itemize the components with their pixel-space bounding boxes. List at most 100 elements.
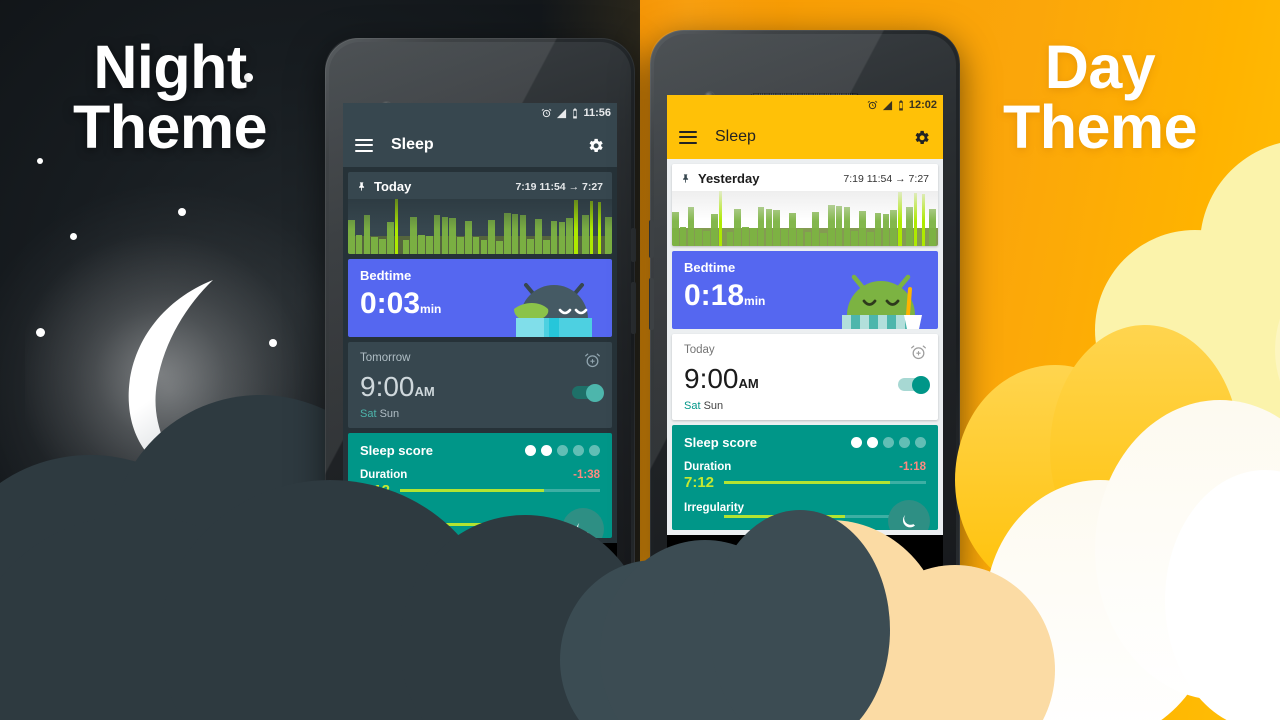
chart-bar (379, 239, 386, 254)
chart-bar (820, 233, 827, 246)
chart-bar (371, 237, 379, 254)
bedtime-unit: min (744, 294, 766, 308)
sleeping-android-icon (514, 283, 592, 337)
chart-bar (480, 240, 488, 254)
app-bar: Sleep (667, 115, 943, 159)
app-title: Sleep (391, 136, 434, 153)
chart-bar (457, 237, 464, 254)
chart-bar (913, 193, 918, 246)
volume-button[interactable] (631, 282, 636, 334)
pin-icon[interactable] (357, 180, 367, 193)
app-bar: Sleep (343, 123, 617, 167)
chart-bar (827, 205, 835, 246)
chart-bar (496, 241, 503, 254)
chart-bar (472, 237, 480, 254)
sleep-graph-card[interactable]: Today 7:19 11:54 → 7:27 (348, 172, 612, 254)
sleep-graph-title: Today (374, 179, 412, 194)
alarm-toggle-knob[interactable] (586, 383, 604, 402)
chart-bar (890, 210, 897, 246)
alarm-repeat-days: Sat Sun (360, 408, 600, 420)
rating-dot-empty (573, 445, 584, 456)
chart-bar (363, 215, 371, 254)
battery-icon (573, 107, 578, 119)
alarm-day-sat: Sat (360, 408, 377, 420)
alarm-day-label: Today (684, 344, 715, 356)
battery-icon (899, 99, 903, 111)
alarm-card[interactable]: Tomorrow 9:00AM Sat Sun (348, 342, 612, 428)
alarm-toggle-knob[interactable] (912, 375, 930, 394)
chart-bar (859, 211, 866, 246)
rating-dot-empty (557, 445, 568, 456)
rating-dot-filled (525, 445, 536, 456)
pin-icon[interactable] (681, 172, 691, 185)
chart-bar (882, 214, 890, 246)
chart-bar (503, 213, 511, 254)
rating-dot-empty (883, 437, 894, 448)
chart-bar (535, 219, 542, 254)
chart-bar (519, 215, 527, 254)
night-theme-title: Night Theme (40, 37, 300, 158)
alarm-card[interactable]: Today 9:00AM Sat Sun (672, 334, 938, 420)
chart-bar (679, 227, 687, 246)
chart-bar (589, 201, 594, 254)
alarm-toggle[interactable] (898, 375, 930, 394)
chart-bar (843, 207, 851, 246)
chart-bar (597, 202, 602, 254)
sleep-graph-range: 7:19 11:54 → 7:27 (843, 172, 929, 185)
chart-bar (905, 207, 913, 246)
rating-dot-filled (541, 445, 552, 456)
sleep-score-header: Sleep score (684, 435, 926, 450)
chart-bar (695, 229, 703, 246)
sleep-graph-card[interactable]: Yesterday 7:19 11:54 → 7:27 (672, 164, 938, 246)
signal-icon (557, 108, 567, 118)
night-cloud-center (600, 500, 900, 720)
chart-bar (765, 209, 773, 246)
chart-bar (773, 210, 781, 246)
day-title-line2: Theme (1002, 92, 1198, 161)
chart-bar (866, 232, 874, 246)
chart-bar (851, 231, 859, 246)
chart-bar (355, 235, 363, 254)
power-button[interactable] (631, 228, 636, 262)
chart-bar (921, 194, 926, 246)
alarm-add-icon[interactable] (584, 352, 601, 369)
sleep-score-rating (851, 437, 926, 448)
chart-bar (788, 213, 796, 246)
power-button[interactable] (649, 220, 654, 258)
hamburger-icon[interactable] (355, 138, 373, 152)
signal-icon (882, 100, 892, 110)
chart-bar (804, 232, 812, 246)
gear-icon[interactable] (912, 128, 931, 147)
gear-icon[interactable] (586, 136, 605, 155)
night-title-line1: Night (93, 33, 247, 101)
volume-button[interactable] (649, 278, 654, 330)
status-bar: 12:02 (667, 95, 943, 115)
chart-bar (449, 218, 457, 254)
chart-bar (672, 212, 679, 246)
alarm-add-icon[interactable] (910, 344, 927, 361)
chart-bar (874, 213, 882, 246)
sleep-graph-title: Yesterday (698, 171, 760, 186)
hamburger-icon[interactable] (679, 130, 697, 144)
alarm-time: 9:00AM (684, 363, 759, 394)
status-bar: 11:56 (343, 103, 617, 123)
alarm-time: 9:00AM (360, 371, 435, 402)
chart-bar (542, 240, 550, 254)
chart-bar (558, 222, 566, 254)
promo-banner: 11:56 Sleep Today 7:19 11:54 → 7:27 Bedt… (0, 0, 1280, 720)
bedtime-card[interactable]: Bedtime 0:18min (672, 251, 938, 329)
chart-bar (418, 235, 425, 254)
chart-bar (687, 207, 695, 246)
duration-delta: -1:18 (899, 461, 926, 473)
chart-bar (386, 222, 394, 254)
actigraphy-chart (348, 199, 612, 254)
bedtime-card[interactable]: Bedtime 0:03min (348, 259, 612, 337)
chart-bar (605, 217, 612, 254)
rating-dot-empty (589, 445, 600, 456)
day-theme-title: Day Theme (960, 37, 1240, 161)
chart-bar (796, 229, 804, 246)
chart-bar (581, 215, 589, 254)
alarm-day-sat: Sat (684, 400, 701, 412)
alarm-day-sun: Sun (703, 400, 724, 412)
alarm-toggle[interactable] (572, 383, 604, 402)
